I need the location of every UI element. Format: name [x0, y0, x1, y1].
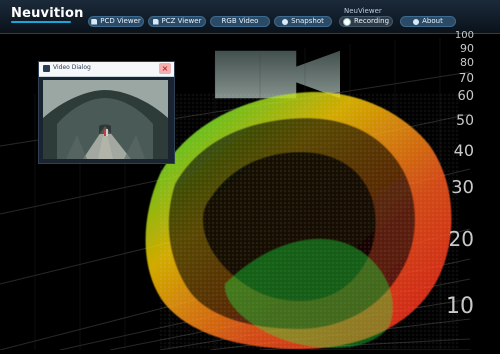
nav-pcd-viewer-button[interactable]: PCD Viewer	[88, 16, 144, 27]
camera-icon	[282, 18, 289, 25]
scale-label-90: 90	[460, 42, 474, 55]
video-dialog[interactable]: Video Dialog ×	[38, 61, 175, 164]
scale-label-20: 20	[448, 227, 474, 251]
nav-snapshot-button[interactable]: Snapshot	[274, 16, 332, 27]
window-icon	[43, 65, 50, 72]
brand-logo: Neuvition	[11, 6, 84, 21]
top-toolbar: Neuvition NeuViewer PCD Viewer PCZ Viewe…	[0, 0, 500, 99]
close-icon[interactable]: ×	[159, 63, 171, 74]
scale-label-40: 40	[453, 141, 474, 160]
nav-about-button[interactable]: About	[400, 16, 456, 27]
nav-snapshot-label: Snapshot	[291, 17, 324, 25]
nav-recording-label: Recording	[354, 17, 390, 25]
video-feed-canvas	[43, 80, 168, 159]
scale-label-100: 100	[454, 30, 474, 41]
scale-label-70: 70	[458, 71, 474, 85]
scale-label-60: 60	[457, 89, 474, 104]
nav-pcz-viewer-label: PCZ Viewer	[161, 17, 202, 25]
nav-rgb-video-button[interactable]: RGB Video	[210, 16, 340, 99]
point-cloud	[145, 91, 460, 350]
nav-recording-button[interactable]: Recording	[339, 16, 393, 27]
file-icon	[91, 18, 98, 25]
brand-underline	[11, 21, 71, 23]
video-dialog-title: Video Dialog	[53, 64, 91, 71]
info-icon	[413, 18, 420, 25]
scale-label-50: 50	[456, 113, 474, 129]
video-feed	[43, 80, 168, 159]
record-icon	[343, 17, 351, 26]
nav-pcd-viewer-label: PCD Viewer	[100, 17, 141, 25]
scale-label-10: 10	[446, 294, 474, 319]
nav-rgb-video-label: RGB Video	[221, 17, 259, 25]
nav-about-label: About	[422, 17, 443, 25]
scale-label-30: 30	[451, 177, 474, 198]
scale-label-80: 80	[460, 56, 474, 69]
video-dialog-titlebar[interactable]: Video Dialog ×	[39, 62, 174, 77]
nav-pcz-viewer-button[interactable]: PCZ Viewer	[148, 16, 206, 27]
file-icon	[152, 18, 159, 25]
app-title: NeuViewer	[344, 7, 382, 15]
distance-scale: 100 90 80 70 60 50 40 30 20 10	[414, 30, 474, 330]
